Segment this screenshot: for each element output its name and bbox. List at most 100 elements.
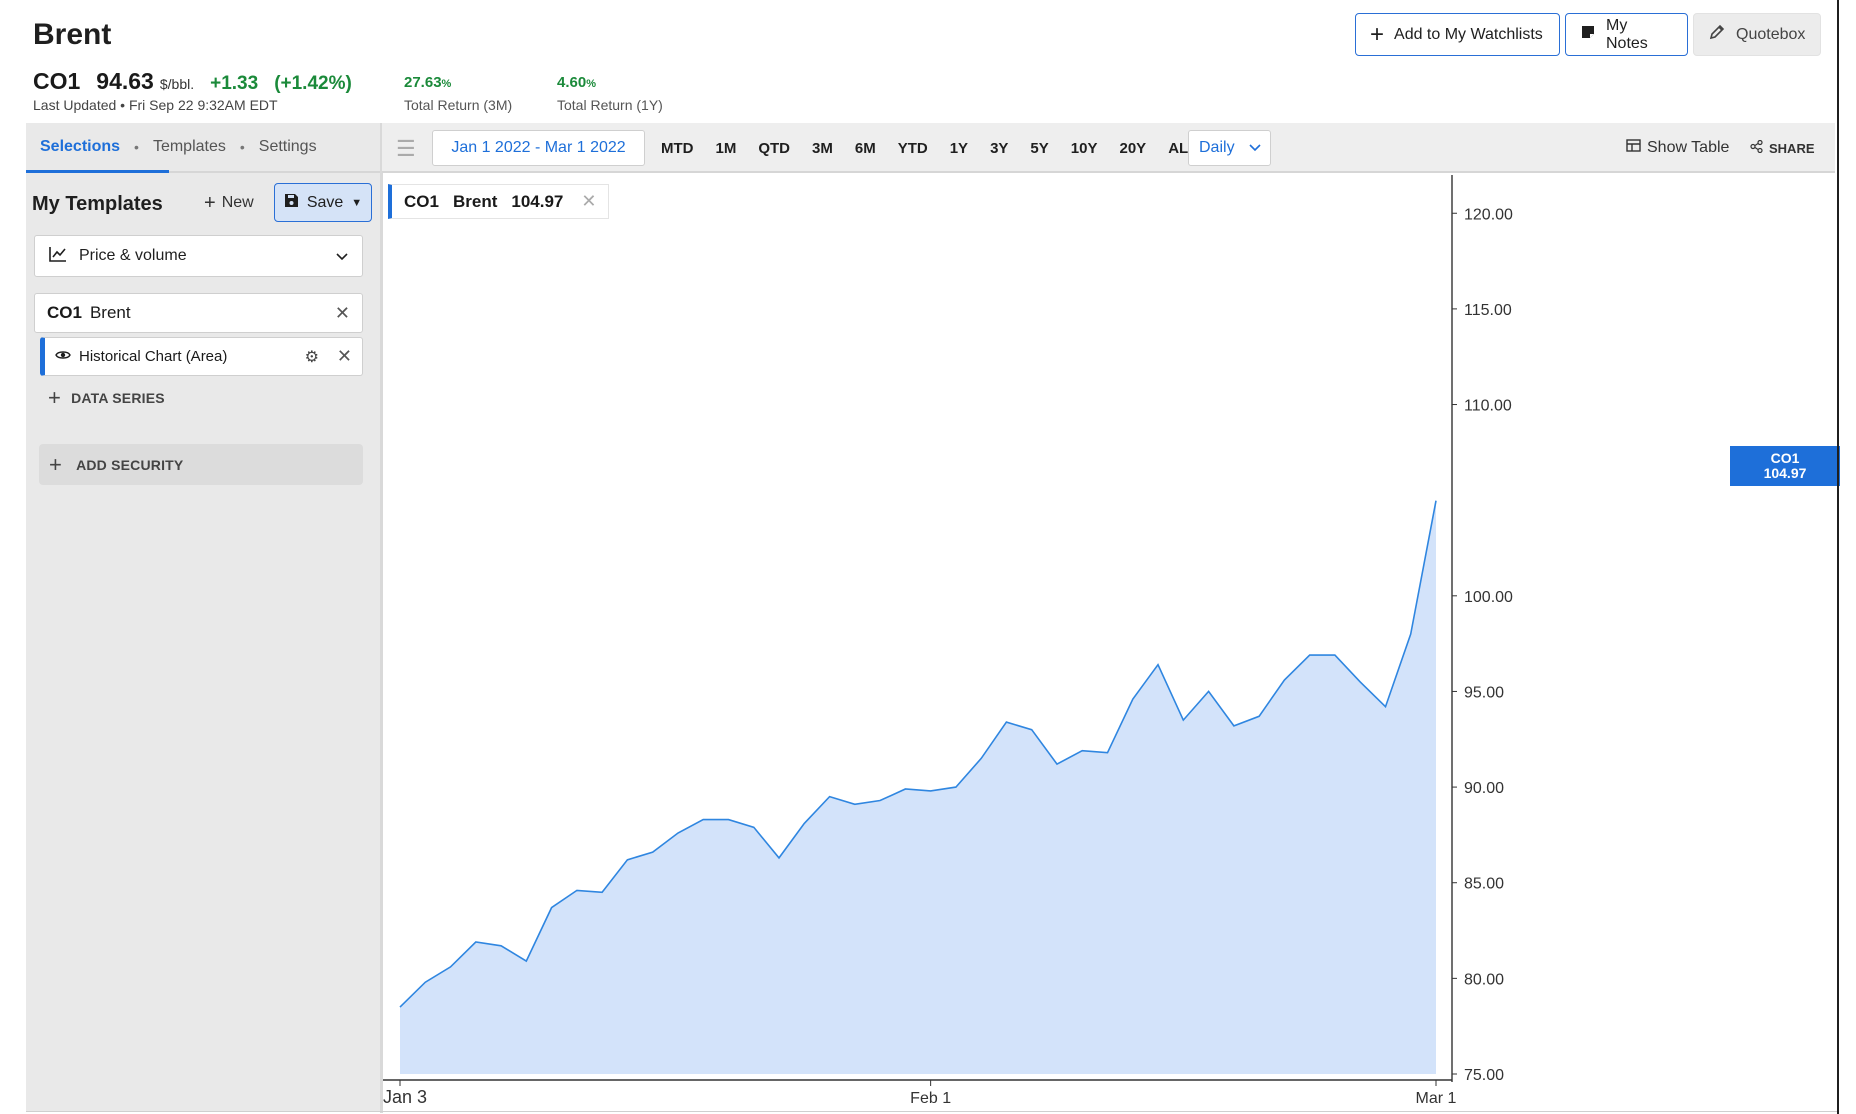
- show-table-button[interactable]: Show Table: [1626, 139, 1729, 157]
- templates-heading: My Templates: [32, 193, 163, 215]
- price-change-percent: (+1.42%): [274, 73, 352, 94]
- legend-ticker: CO1: [404, 191, 439, 211]
- chart-legend: CO1 Brent 104.97 ✕: [388, 184, 610, 219]
- return-label: Total Return (3M): [404, 97, 513, 113]
- share-button[interactable]: SHARE: [1750, 139, 1815, 156]
- tab-selections[interactable]: Selections: [26, 138, 134, 156]
- pencil-icon: [1708, 23, 1726, 46]
- security-name: Brent: [89, 303, 131, 322]
- chart-toolbar: ☰ Jan 1 2022 - Mar 1 2022 MTD 1M QTD 3M …: [382, 123, 1835, 173]
- button-label: ADD SECURITY: [76, 456, 184, 473]
- period-10y[interactable]: 10Y: [1060, 140, 1109, 157]
- line-chart-icon: [49, 246, 67, 267]
- add-data-series-button[interactable]: + DATA SERIES: [48, 387, 165, 409]
- active-tab-indicator: [26, 170, 169, 173]
- button-label: Quotebox: [1736, 25, 1806, 43]
- series-item[interactable]: Historical Chart (Area) ⚙ ✕: [40, 337, 363, 376]
- period-1m[interactable]: 1M: [705, 140, 748, 157]
- save-icon: [284, 193, 299, 213]
- price-area-chart[interactable]: 120.00 115.00 110.00 100.00 95.00 90.00 85.00 8…: [383, 175, 1835, 1112]
- period-qtd[interactable]: QTD: [747, 140, 801, 157]
- return-value: 4.60: [557, 74, 587, 91]
- y-tick-label: 95.00: [1464, 684, 1504, 701]
- panel-tabs: Selections • Templates • Settings: [26, 123, 380, 173]
- y-tick-label: 100.00: [1464, 589, 1513, 606]
- quote-summary: CO1 94.63 $/bbl. +1.33 (+1.42%): [33, 68, 352, 95]
- y-tick-label: 85.00: [1464, 876, 1504, 893]
- frequency-select[interactable]: Daily: [1188, 130, 1271, 166]
- close-icon[interactable]: ✕: [581, 191, 596, 212]
- button-label: Save: [306, 193, 344, 211]
- table-icon: [1626, 139, 1641, 157]
- x-tick-label: Mar 1: [1416, 1090, 1457, 1107]
- period-3m[interactable]: 3M: [801, 140, 844, 157]
- plus-icon: +: [48, 385, 62, 410]
- button-label: Show Table: [1647, 139, 1730, 156]
- return-label: Total Return (1Y): [557, 97, 663, 113]
- y-tick-label: 115.00: [1464, 302, 1512, 319]
- tab-templates[interactable]: Templates: [139, 138, 240, 156]
- price-change: +1.33: [210, 73, 259, 94]
- tag-ticker: CO1: [1770, 450, 1800, 466]
- button-label: DATA SERIES: [71, 390, 165, 406]
- button-label: New: [221, 194, 254, 211]
- chevron-down-icon: [1248, 139, 1261, 157]
- price-unit: $/bbl.: [159, 76, 195, 92]
- window-edge: [1837, 0, 1839, 1114]
- tab-settings[interactable]: Settings: [245, 138, 331, 156]
- area-fill: [400, 500, 1436, 1074]
- chevron-down-icon: [336, 248, 348, 264]
- legend-value: 104.97: [511, 191, 564, 211]
- x-tick-label: Feb 1: [910, 1090, 951, 1107]
- template-dropdown[interactable]: Price & volume: [34, 235, 363, 277]
- plus-icon: +: [204, 192, 216, 214]
- y-tick-label: 110.00: [1464, 398, 1512, 415]
- note-icon: [1580, 24, 1596, 45]
- period-3y[interactable]: 3Y: [979, 140, 1019, 157]
- last-price: 94.63: [96, 68, 154, 94]
- plus-icon: +: [1370, 20, 1385, 48]
- share-icon: [1750, 139, 1763, 156]
- date-range-picker[interactable]: Jan 1 2022 - Mar 1 2022: [432, 130, 645, 166]
- y-tick-label: 120.00: [1464, 206, 1513, 223]
- button-label: Add to My Watchlists: [1394, 25, 1543, 43]
- ticker-symbol: CO1: [33, 68, 81, 94]
- tag-value: 104.97: [1763, 465, 1807, 481]
- save-template-button[interactable]: Save ▼: [274, 183, 372, 222]
- period-ytd[interactable]: YTD: [887, 140, 939, 157]
- period-20y[interactable]: 20Y: [1108, 140, 1157, 157]
- button-label: My Notes: [1606, 16, 1648, 52]
- add-security-button[interactable]: + ADD SECURITY: [39, 444, 363, 485]
- security-item[interactable]: CO1 Brent ✕: [34, 293, 363, 333]
- new-template-button[interactable]: + New: [204, 193, 254, 213]
- bottom-divider: [26, 1111, 1837, 1112]
- chart-area[interactable]: 120.00 115.00 110.00 100.00 95.00 90.00 85.00 8…: [383, 175, 1835, 1112]
- eye-icon[interactable]: [55, 348, 71, 365]
- left-panel: Selections • Templates • Settings My Tem…: [26, 123, 380, 1112]
- period-mtd[interactable]: MTD: [650, 140, 705, 157]
- remove-series-icon[interactable]: ✕: [337, 346, 352, 367]
- period-buttons: MTD 1M QTD 3M 6M YTD 1Y 3Y 5Y 10Y 20Y AL…: [650, 123, 1208, 173]
- page-title: Brent: [33, 18, 112, 51]
- period-1y[interactable]: 1Y: [939, 140, 979, 157]
- remove-security-icon[interactable]: ✕: [335, 303, 350, 324]
- y-tick-label: 90.00: [1464, 780, 1504, 797]
- return-value: 27.63: [404, 74, 442, 91]
- y-tick-label: 80.00: [1464, 971, 1504, 988]
- frequency-value: Daily: [1199, 139, 1235, 156]
- total-return-1y: 4.60% Total Return (1Y): [557, 74, 663, 113]
- add-to-watchlists-button[interactable]: + Add to My Watchlists: [1355, 13, 1560, 56]
- period-5y[interactable]: 5Y: [1019, 140, 1059, 157]
- plus-icon: +: [49, 451, 63, 477]
- dropdown-value: Price & volume: [79, 247, 187, 264]
- gear-icon[interactable]: ⚙: [305, 347, 319, 367]
- caret-down-icon: ▼: [351, 196, 363, 209]
- quotebox-button[interactable]: Quotebox: [1693, 13, 1821, 56]
- return-suffix: %: [441, 78, 452, 90]
- series-label: Historical Chart (Area): [79, 348, 228, 365]
- collapse-panel-icon[interactable]: ☰: [396, 136, 416, 162]
- period-6m[interactable]: 6M: [844, 140, 887, 157]
- button-label: SHARE: [1769, 140, 1815, 156]
- y-tick-label: 75.00: [1464, 1067, 1504, 1084]
- my-notes-button[interactable]: My Notes: [1565, 13, 1688, 56]
